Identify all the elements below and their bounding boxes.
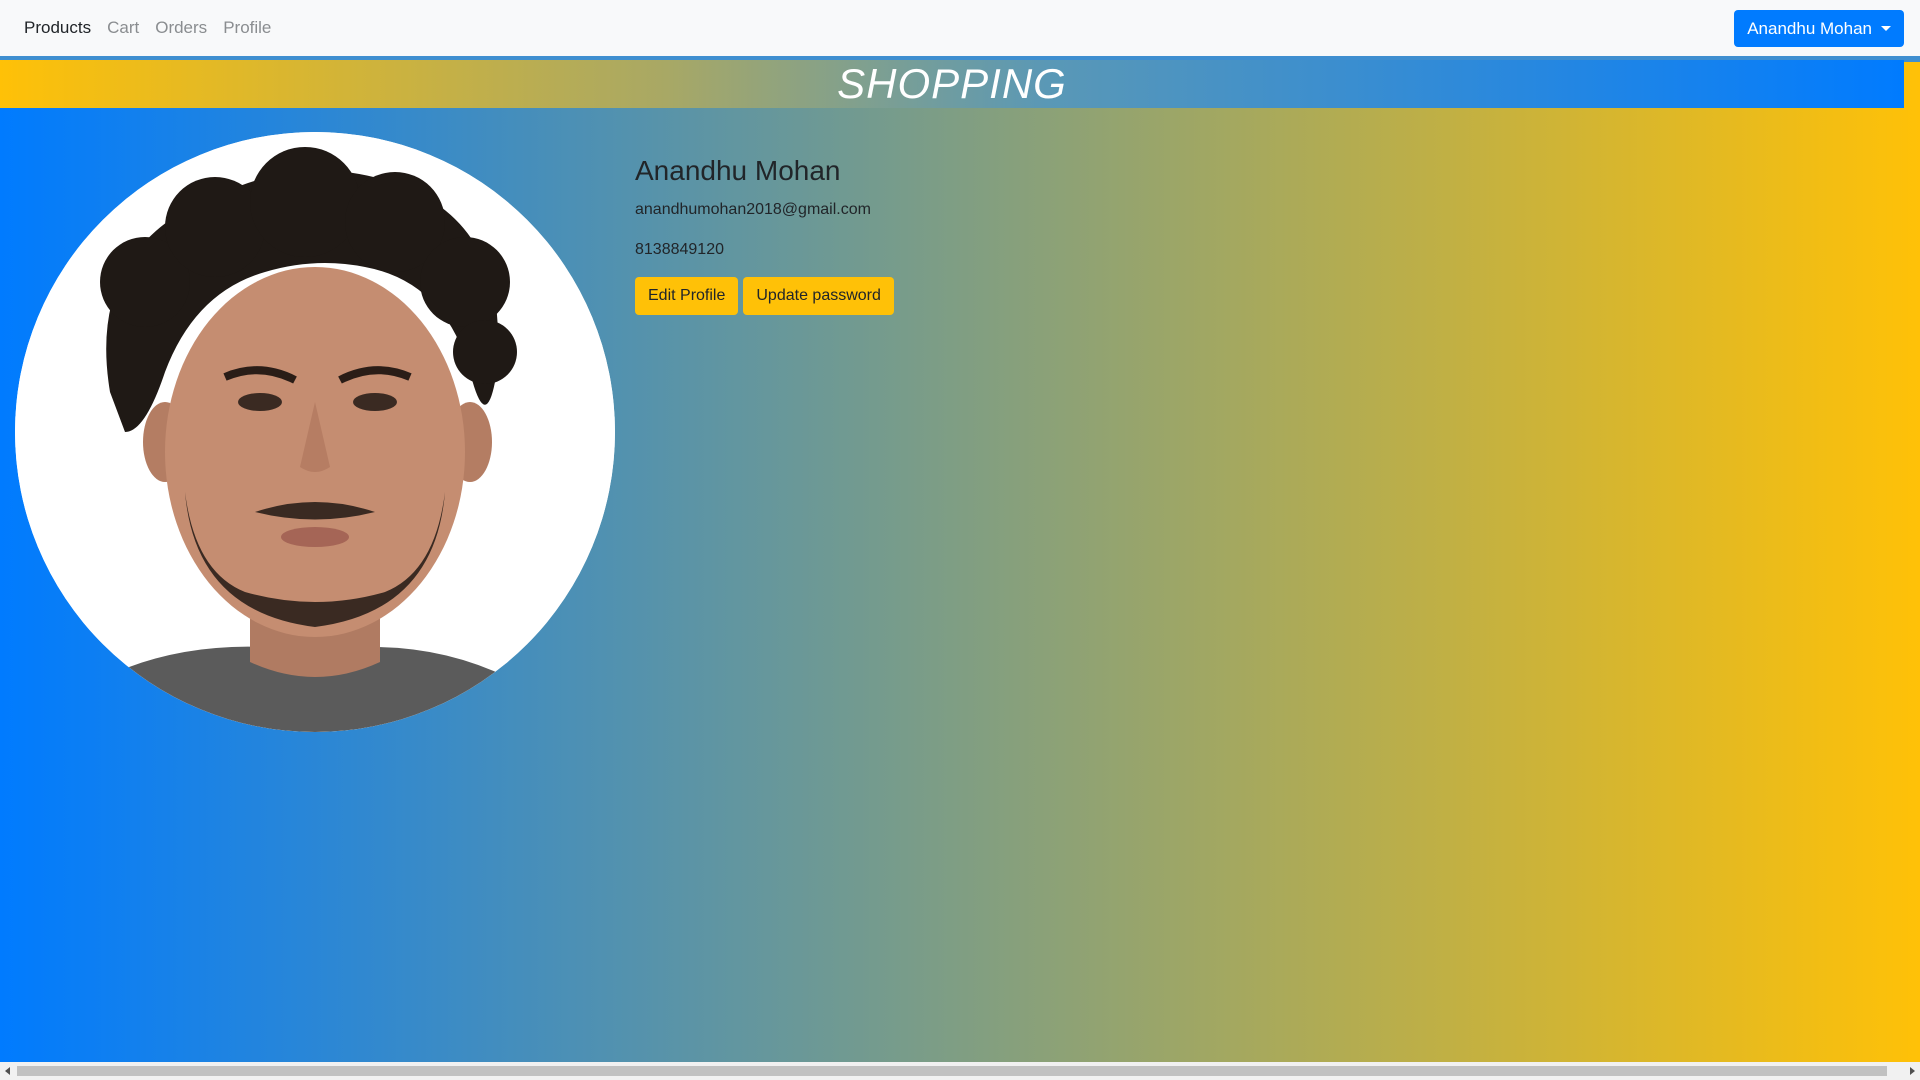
nav-link-profile[interactable]: Profile (223, 18, 271, 38)
avatar-portrait (15, 132, 615, 732)
profile-name: Anandhu Mohan (635, 155, 841, 186)
update-password-button[interactable]: Update password (743, 277, 894, 315)
profile-actions: Edit Profile Update password (635, 277, 899, 315)
nav-link-cart[interactable]: Cart (107, 18, 139, 38)
scroll-right-arrow-icon[interactable] (1910, 1067, 1915, 1075)
scrollbar-thumb[interactable] (17, 1066, 1887, 1076)
profile-email: anandhumohan2018@gmail.com (635, 201, 871, 218)
profile-details: Anandhu Mohan anandhumohan2018@gmail.com… (635, 155, 899, 315)
edit-profile-button[interactable]: Edit Profile (635, 277, 739, 315)
top-navbar: Products Cart Orders Profile Anandhu Moh… (0, 0, 1920, 56)
shopping-banner: SHOPPING (0, 60, 1904, 108)
caret-down-icon (1881, 26, 1891, 31)
banner-title: SHOPPING (837, 60, 1067, 107)
user-menu-label: Anandhu Mohan (1747, 18, 1872, 38)
nav-link-products[interactable]: Products (24, 18, 91, 38)
profile-avatar (15, 132, 615, 732)
scroll-left-arrow-icon[interactable] (5, 1067, 10, 1075)
nav-link-orders[interactable]: Orders (155, 18, 207, 38)
horizontal-scrollbar[interactable] (0, 1062, 1920, 1080)
user-menu-button[interactable]: Anandhu Mohan (1734, 10, 1904, 47)
profile-phone: 8138849120 (635, 241, 724, 258)
